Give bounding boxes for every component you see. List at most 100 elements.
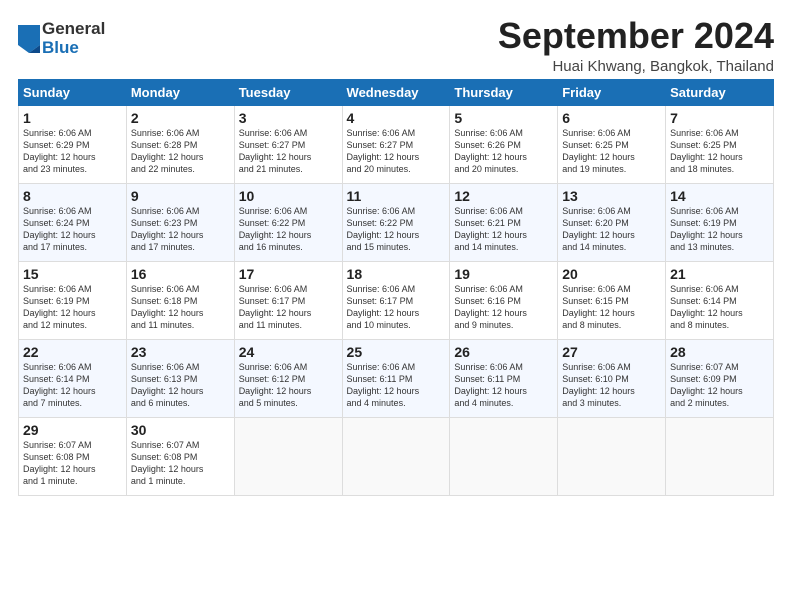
day-cell: 5Sunrise: 6:06 AM Sunset: 6:26 PM Daylig… [450, 105, 558, 183]
location: Huai Khwang, Bangkok, Thailand [498, 58, 774, 75]
logo-blue-text: Blue [42, 39, 105, 58]
week-row-2: 8Sunrise: 6:06 AM Sunset: 6:24 PM Daylig… [19, 183, 774, 261]
day-number: 25 [347, 344, 446, 360]
day-number: 4 [347, 110, 446, 126]
day-detail: Sunrise: 6:06 AM Sunset: 6:11 PM Dayligh… [347, 361, 446, 410]
day-number: 20 [562, 266, 661, 282]
day-cell: 20Sunrise: 6:06 AM Sunset: 6:15 PM Dayli… [558, 261, 666, 339]
day-cell: 30Sunrise: 6:07 AM Sunset: 6:08 PM Dayli… [126, 417, 234, 495]
day-number: 26 [454, 344, 553, 360]
day-detail: Sunrise: 6:06 AM Sunset: 6:21 PM Dayligh… [454, 205, 553, 254]
day-detail: Sunrise: 6:06 AM Sunset: 6:17 PM Dayligh… [239, 283, 338, 332]
day-number: 2 [131, 110, 230, 126]
day-cell: 10Sunrise: 6:06 AM Sunset: 6:22 PM Dayli… [234, 183, 342, 261]
day-detail: Sunrise: 6:06 AM Sunset: 6:22 PM Dayligh… [239, 205, 338, 254]
page: General Blue September 2024 Huai Khwang,… [0, 0, 792, 506]
col-friday: Friday [558, 79, 666, 105]
day-cell: 13Sunrise: 6:06 AM Sunset: 6:20 PM Dayli… [558, 183, 666, 261]
day-number: 24 [239, 344, 338, 360]
day-number: 11 [347, 188, 446, 204]
day-cell: 7Sunrise: 6:06 AM Sunset: 6:25 PM Daylig… [666, 105, 774, 183]
day-number: 13 [562, 188, 661, 204]
day-number: 19 [454, 266, 553, 282]
day-cell: 3Sunrise: 6:06 AM Sunset: 6:27 PM Daylig… [234, 105, 342, 183]
day-number: 6 [562, 110, 661, 126]
day-detail: Sunrise: 6:06 AM Sunset: 6:27 PM Dayligh… [347, 127, 446, 176]
col-sunday: Sunday [19, 79, 127, 105]
day-cell: 25Sunrise: 6:06 AM Sunset: 6:11 PM Dayli… [342, 339, 450, 417]
day-number: 28 [670, 344, 769, 360]
day-number: 17 [239, 266, 338, 282]
day-detail: Sunrise: 6:06 AM Sunset: 6:18 PM Dayligh… [131, 283, 230, 332]
day-detail: Sunrise: 6:06 AM Sunset: 6:26 PM Dayligh… [454, 127, 553, 176]
day-cell: 19Sunrise: 6:06 AM Sunset: 6:16 PM Dayli… [450, 261, 558, 339]
header-row: Sunday Monday Tuesday Wednesday Thursday… [19, 79, 774, 105]
col-saturday: Saturday [666, 79, 774, 105]
day-detail: Sunrise: 6:06 AM Sunset: 6:14 PM Dayligh… [670, 283, 769, 332]
day-number: 7 [670, 110, 769, 126]
month-title: September 2024 [498, 16, 774, 56]
col-monday: Monday [126, 79, 234, 105]
col-thursday: Thursday [450, 79, 558, 105]
day-detail: Sunrise: 6:06 AM Sunset: 6:23 PM Dayligh… [131, 205, 230, 254]
day-cell: 29Sunrise: 6:07 AM Sunset: 6:08 PM Dayli… [19, 417, 127, 495]
day-cell: 8Sunrise: 6:06 AM Sunset: 6:24 PM Daylig… [19, 183, 127, 261]
day-number: 3 [239, 110, 338, 126]
col-tuesday: Tuesday [234, 79, 342, 105]
week-row-3: 15Sunrise: 6:06 AM Sunset: 6:19 PM Dayli… [19, 261, 774, 339]
logo-text: General Blue [42, 20, 105, 57]
day-cell: 22Sunrise: 6:06 AM Sunset: 6:14 PM Dayli… [19, 339, 127, 417]
day-number: 14 [670, 188, 769, 204]
day-cell: 11Sunrise: 6:06 AM Sunset: 6:22 PM Dayli… [342, 183, 450, 261]
day-detail: Sunrise: 6:06 AM Sunset: 6:16 PM Dayligh… [454, 283, 553, 332]
day-cell: 18Sunrise: 6:06 AM Sunset: 6:17 PM Dayli… [342, 261, 450, 339]
week-row-5: 29 Sunrise: 6:07 AM Sunset: 6:08 PM Dayli… [19, 417, 774, 495]
day-number: 29 [23, 422, 122, 438]
day-cell [558, 417, 666, 495]
day-detail: Sunrise: 6:06 AM Sunset: 6:22 PM Dayligh… [347, 205, 446, 254]
day-cell: 23Sunrise: 6:06 AM Sunset: 6:13 PM Dayli… [126, 339, 234, 417]
day-cell: 27Sunrise: 6:06 AM Sunset: 6:10 PM Dayli… [558, 339, 666, 417]
day-cell: 4Sunrise: 6:06 AM Sunset: 6:27 PM Daylig… [342, 105, 450, 183]
day-cell [342, 417, 450, 495]
day-cell: 16Sunrise: 6:06 AM Sunset: 6:18 PM Dayli… [126, 261, 234, 339]
day-detail: Sunrise: 6:06 AM Sunset: 6:13 PM Dayligh… [131, 361, 230, 410]
day-number: 9 [131, 188, 230, 204]
day-cell: 15Sunrise: 6:06 AM Sunset: 6:19 PM Dayli… [19, 261, 127, 339]
day-detail: Sunrise: 6:06 AM Sunset: 6:10 PM Dayligh… [562, 361, 661, 410]
day-cell: 1Sunrise: 6:06 AM Sunset: 6:29 PM Daylig… [19, 105, 127, 183]
day-number: 18 [347, 266, 446, 282]
day-number: 12 [454, 188, 553, 204]
day-cell [234, 417, 342, 495]
day-detail: Sunrise: 6:06 AM Sunset: 6:29 PM Dayligh… [23, 127, 122, 176]
day-detail: Sunrise: 6:06 AM Sunset: 6:17 PM Dayligh… [347, 283, 446, 332]
day-number: 27 [562, 344, 661, 360]
day-cell: 6Sunrise: 6:06 AM Sunset: 6:25 PM Daylig… [558, 105, 666, 183]
day-cell: 28Sunrise: 6:07 AM Sunset: 6:09 PM Dayli… [666, 339, 774, 417]
day-number: 10 [239, 188, 338, 204]
header: General Blue September 2024 Huai Khwang,… [18, 16, 774, 75]
day-detail: Sunrise: 6:06 AM Sunset: 6:19 PM Dayligh… [670, 205, 769, 254]
logo-general-text: General [42, 20, 105, 39]
day-cell [450, 417, 558, 495]
day-number: 1 [23, 110, 122, 126]
week-row-1: 1Sunrise: 6:06 AM Sunset: 6:29 PM Daylig… [19, 105, 774, 183]
day-detail: Sunrise: 6:06 AM Sunset: 6:25 PM Dayligh… [562, 127, 661, 176]
day-detail: Sunrise: 6:06 AM Sunset: 6:20 PM Dayligh… [562, 205, 661, 254]
logo: General Blue [18, 20, 105, 57]
day-number: 8 [23, 188, 122, 204]
day-cell [666, 417, 774, 495]
day-cell: 21Sunrise: 6:06 AM Sunset: 6:14 PM Dayli… [666, 261, 774, 339]
title-block: September 2024 Huai Khwang, Bangkok, Tha… [498, 16, 774, 75]
day-cell: 12Sunrise: 6:06 AM Sunset: 6:21 PM Dayli… [450, 183, 558, 261]
col-wednesday: Wednesday [342, 79, 450, 105]
day-number: 16 [131, 266, 230, 282]
day-detail: Sunrise: 6:06 AM Sunset: 6:12 PM Dayligh… [239, 361, 338, 410]
day-detail: Sunrise: 6:07 AM Sunset: 6:08 PM Dayligh… [131, 439, 230, 488]
day-detail: Sunrise: 6:06 AM Sunset: 6:19 PM Dayligh… [23, 283, 122, 332]
day-cell: 17Sunrise: 6:06 AM Sunset: 6:17 PM Dayli… [234, 261, 342, 339]
day-cell: 24Sunrise: 6:06 AM Sunset: 6:12 PM Dayli… [234, 339, 342, 417]
day-detail: Sunrise: 6:06 AM Sunset: 6:24 PM Dayligh… [23, 205, 122, 254]
day-detail: Sunrise: 6:07 AM Sunset: 6:09 PM Dayligh… [670, 361, 769, 410]
logo-icon [18, 25, 40, 53]
